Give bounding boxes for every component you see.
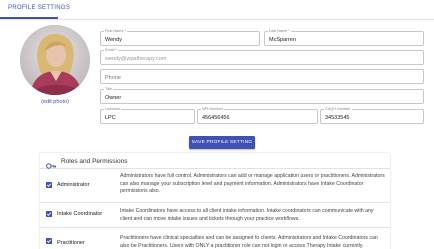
title-value: Owner — [105, 94, 122, 101]
practitioner-checkbox[interactable] — [46, 238, 52, 244]
email-field[interactable]: Email * wendy@wpatherapy.com — [100, 47, 424, 65]
avatar[interactable] — [20, 25, 90, 95]
phone-placeholder: Phone — [105, 75, 121, 81]
licenses-value: LPC — [105, 114, 116, 121]
check-icon — [46, 183, 52, 187]
role-name: Administrator — [57, 182, 90, 188]
first-name-label: First Name * — [104, 28, 128, 33]
caqh-number-value: 34533545 — [325, 114, 350, 121]
edit-photo-link[interactable]: (edit photo) — [20, 99, 90, 105]
intake-coordinator-checkbox[interactable] — [46, 211, 52, 217]
check-icon — [46, 239, 52, 243]
roles-title: Roles and Permissions — [61, 157, 128, 165]
role-name: Practitioner — [57, 240, 85, 246]
caqh-number-label: CAQH Number — [324, 106, 352, 111]
role-description: Practitioners have clinical specialties … — [120, 235, 378, 249]
licenses-field[interactable]: Licenses LPC — [100, 106, 195, 124]
title-label: Title — [104, 86, 114, 91]
role-description: Administrators have full control. Admini… — [120, 173, 385, 194]
npi-number-value: 456456456 — [202, 114, 230, 121]
email-value: wendy@wpatherapy.com — [105, 55, 167, 62]
npi-number-label: NPI Number — [201, 106, 224, 111]
last-name-value: McSparren — [269, 36, 296, 43]
roles-permissions-card: Roles and Permissions Administrator Admi… — [40, 153, 390, 249]
title-field[interactable]: Title Owner — [100, 86, 424, 104]
save-profile-button[interactable]: SAVE PROFILE SETTING — [189, 136, 255, 149]
role-description: Intake Coordinators have access to all c… — [120, 208, 374, 222]
first-name-field[interactable]: First Name * Wendy — [100, 28, 260, 46]
profile-photo — [20, 25, 90, 95]
administrator-checkbox[interactable] — [46, 182, 52, 188]
role-divider — [40, 202, 390, 203]
key-icon — [46, 157, 56, 169]
last-name-field[interactable]: Last Name * McSparren — [264, 28, 424, 46]
phone-field[interactable]: Phone — [100, 69, 424, 84]
email-label: Email * — [104, 47, 119, 52]
role-name: Intake Coordinator — [57, 211, 103, 217]
first-name-value: Wendy — [105, 36, 123, 43]
caqh-number-field[interactable]: CAQH Number 34533545 — [320, 106, 424, 124]
last-name-label: Last Name * — [268, 28, 291, 33]
licenses-label: Licenses — [104, 106, 121, 111]
role-divider — [40, 227, 390, 228]
npi-number-field[interactable]: NPI Number 456456456 — [197, 106, 318, 124]
tab-bar: PROFILE SETTINGS — [0, 0, 434, 20]
active-tab-indicator — [0, 17, 58, 19]
check-icon — [46, 212, 52, 216]
roles-header: Roles and Permissions — [40, 153, 390, 169]
